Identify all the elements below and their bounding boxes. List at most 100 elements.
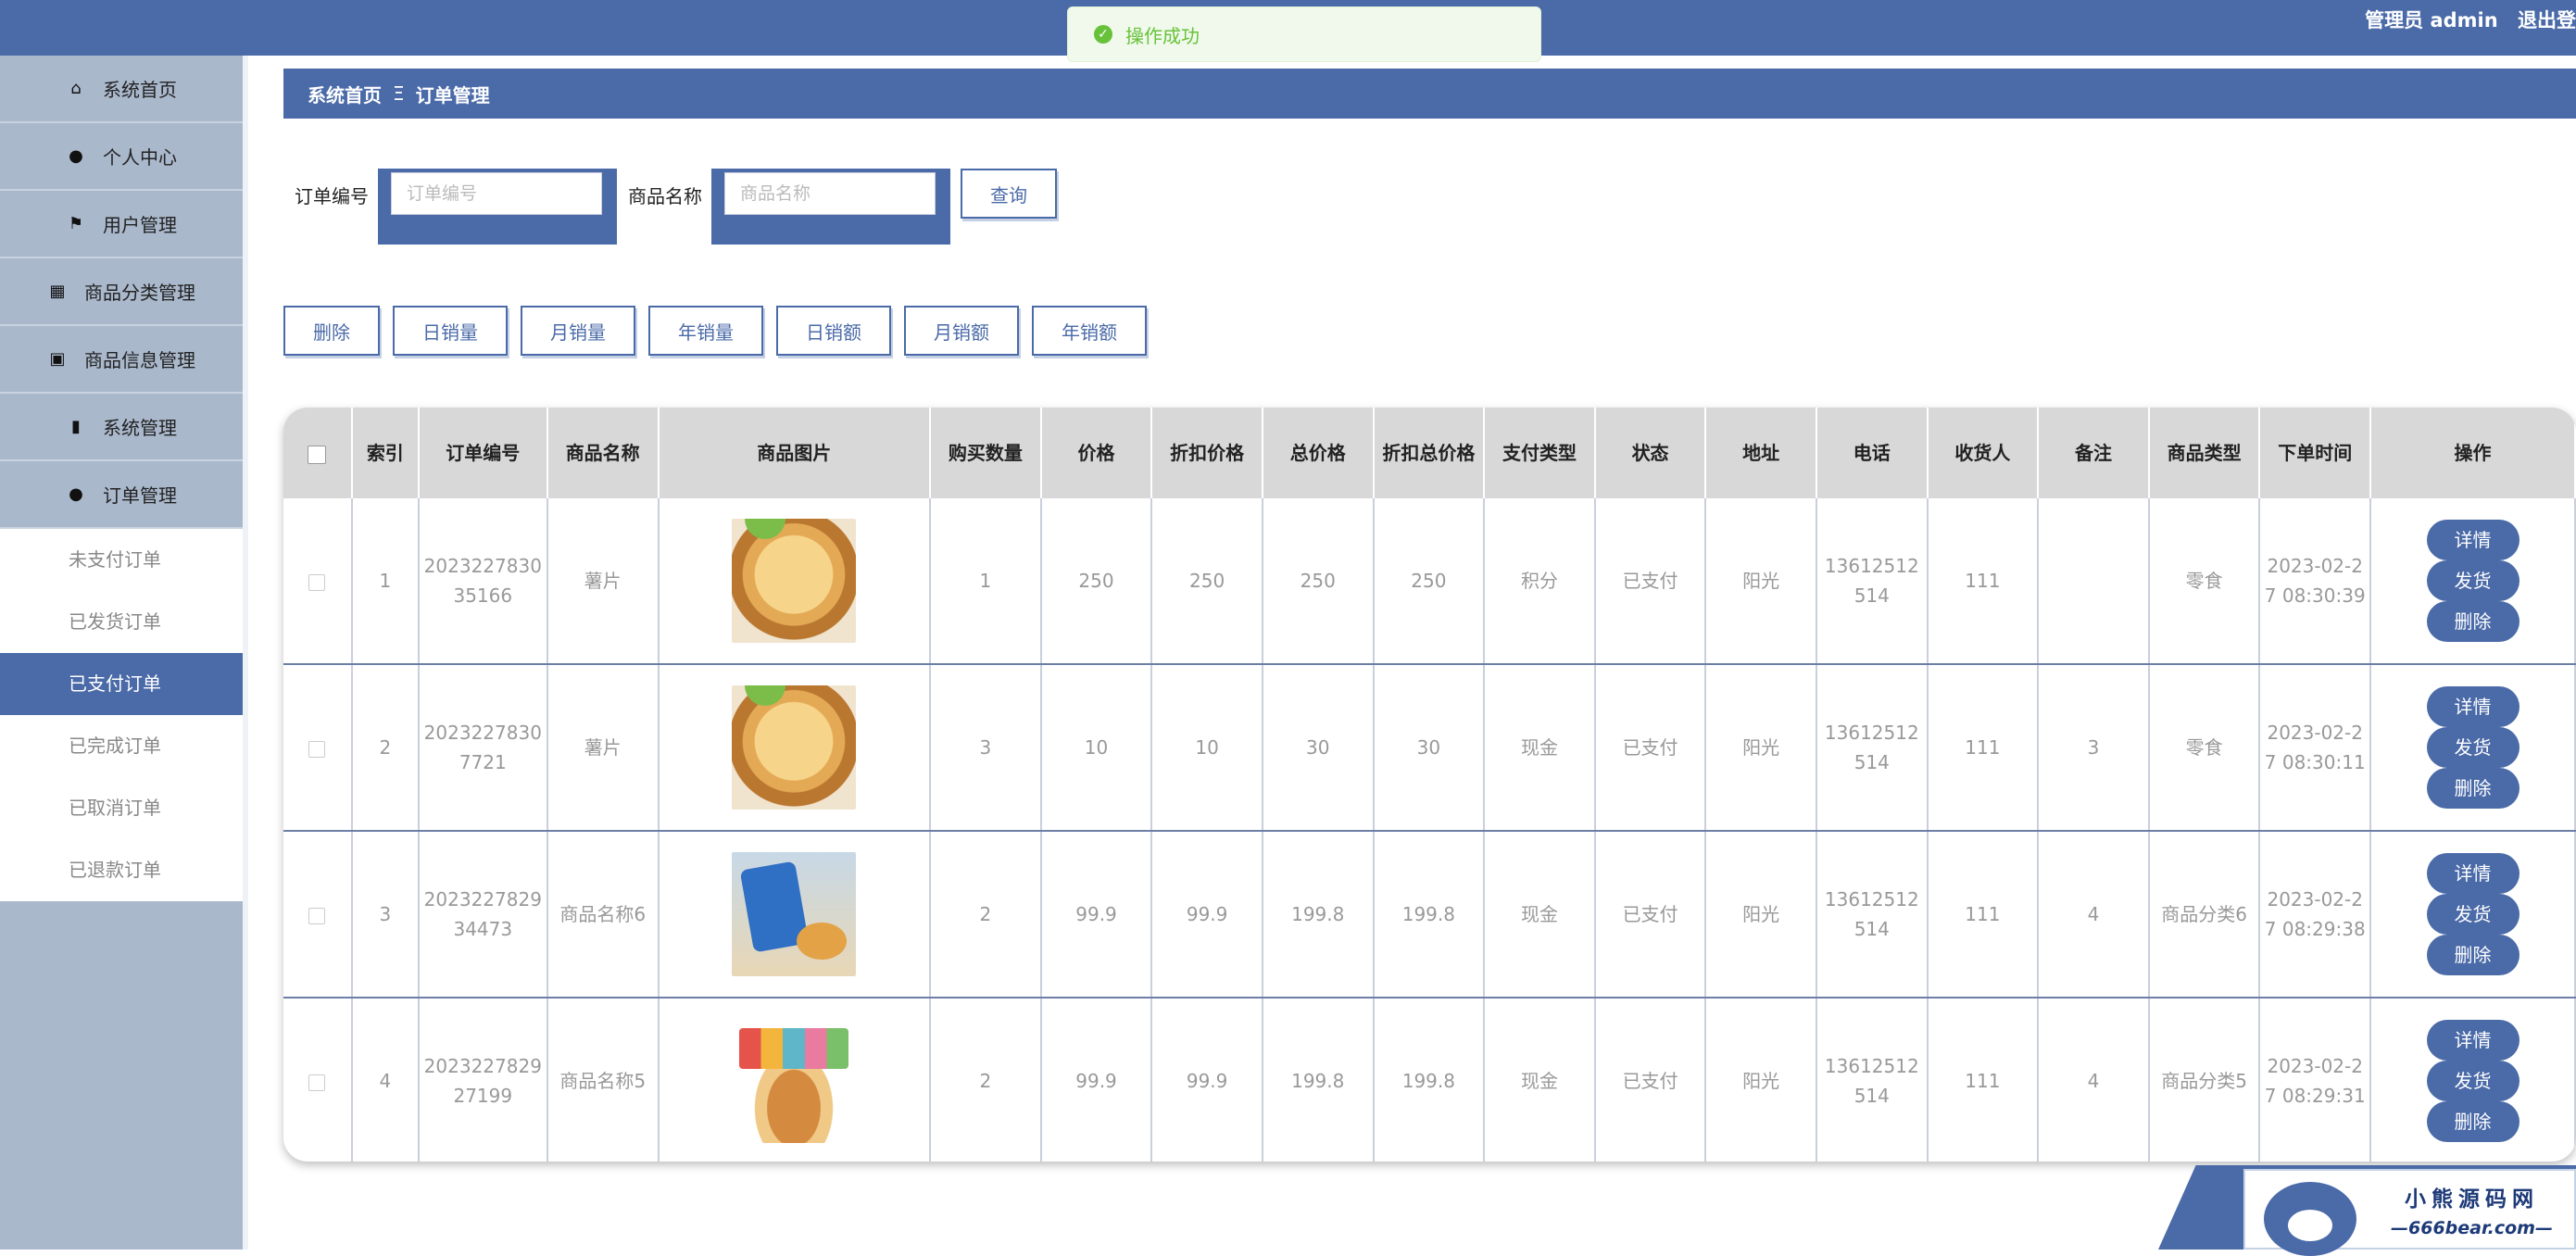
daily-sales-amount-button[interactable]: 日销额 xyxy=(776,306,891,356)
detail-button[interactable]: 详情 xyxy=(2426,1020,2519,1061)
home-icon: ⌂ xyxy=(70,79,82,98)
submenu-refunded-orders[interactable]: 已退款订单 xyxy=(0,839,243,901)
column-header: 商品名称 xyxy=(547,408,660,498)
cell-remark: 3 xyxy=(2038,664,2150,832)
detail-button[interactable]: 详情 xyxy=(2426,853,2519,894)
row-checkbox[interactable] xyxy=(308,907,326,924)
cell-product: 商品名称6 xyxy=(547,831,660,999)
cell-discount-total: 250 xyxy=(1373,498,1486,665)
watermark-url: —666bear.com— xyxy=(2391,1217,2553,1238)
column-header: 购买数量 xyxy=(930,408,1042,498)
orders-submenu: 未支付订单 已发货订单 已支付订单 已完成订单 已取消订单 已退款订单 xyxy=(0,529,243,901)
logout-link[interactable]: 退出登 xyxy=(2518,9,2576,31)
row-select-cell xyxy=(283,498,353,665)
row-select-cell xyxy=(283,831,353,999)
sidebar-item-label: 个人中心 xyxy=(103,146,177,169)
order-no-input[interactable] xyxy=(391,172,602,215)
product-name-input[interactable] xyxy=(724,172,936,215)
yearly-sales-volume-button[interactable]: 年销量 xyxy=(648,306,763,356)
orders-table-card: 索引 订单编号 商品名称 商品图片 购买数量 价格 折扣价格 总价格 折扣总价格… xyxy=(283,408,2576,1162)
cell-qty: 2 xyxy=(930,831,1042,999)
ship-button[interactable]: 发货 xyxy=(2426,560,2519,601)
sidebar-item-home[interactable]: ⌂ 系统首页 xyxy=(0,56,243,123)
sidebar-item-label: 用户管理 xyxy=(103,214,177,236)
sidebar-item-label: 系统首页 xyxy=(103,79,177,101)
sidebar-item-profile[interactable]: ● 个人中心 xyxy=(0,123,243,191)
delete-button[interactable]: 删除 xyxy=(2426,935,2519,975)
toast-message: 操作成功 xyxy=(1125,24,1200,47)
ship-button[interactable]: 发货 xyxy=(2426,1061,2519,1101)
column-header: 支付类型 xyxy=(1484,408,1596,498)
delete-button[interactable]: 删除 xyxy=(2426,1101,2519,1142)
column-header: 商品类型 xyxy=(2148,408,2261,498)
cell-qty: 2 xyxy=(930,998,1042,1162)
cell-discount-price: 250 xyxy=(1151,498,1263,665)
cell-time: 2023-02-27 08:29:38 xyxy=(2259,831,2372,999)
product-name-label: 商品名称 xyxy=(628,185,702,207)
cell-product: 商品名称5 xyxy=(547,998,660,1162)
select-all-checkbox[interactable] xyxy=(308,445,327,464)
table-row: 4 202322782​927199 商品名称5 2 99.9 99.9 199.8 199.… xyxy=(283,998,2576,1162)
cell-order-no: 202322782​934473 xyxy=(418,831,548,999)
cell-pay-type: 现金 xyxy=(1484,664,1596,832)
cell-discount-price: 10 xyxy=(1151,664,1263,832)
submenu-cancelled-orders[interactable]: 已取消订单 xyxy=(0,777,243,839)
delete-button[interactable]: 删除 xyxy=(2426,768,2519,809)
sidebar-item-users[interactable]: ⚑ 用户管理 xyxy=(0,191,243,258)
row-checkbox[interactable] xyxy=(308,740,326,758)
detail-button[interactable]: 详情 xyxy=(2426,686,2519,727)
column-header: 电话 xyxy=(1816,408,1929,498)
cell-address: 阳光 xyxy=(1705,831,1817,999)
submenu-shipped-orders[interactable]: 已发货订单 xyxy=(0,591,243,653)
monthly-sales-volume-button[interactable]: 月销量 xyxy=(521,306,635,356)
row-checkbox[interactable] xyxy=(308,1074,326,1091)
monthly-sales-amount-button[interactable]: 月销额 xyxy=(904,306,1019,356)
watermark-name: 小熊源码网 xyxy=(2405,1187,2539,1212)
cell-receiver: 111 xyxy=(1927,664,2040,832)
cell-address: 阳光 xyxy=(1705,664,1817,832)
breadcrumb-home[interactable]: 系统首页 xyxy=(308,81,382,107)
cell-pay-type: 现金 xyxy=(1484,831,1596,999)
batch-delete-button[interactable]: 删除 xyxy=(283,306,380,356)
cell-qty: 3 xyxy=(930,664,1042,832)
cell-product: 薯片 xyxy=(547,664,660,832)
cell-receiver: 111 xyxy=(1927,831,2040,999)
sidebar-item-products[interactable]: ▣ 商品信息管理 xyxy=(0,326,243,394)
cell-phone: 13612512514 xyxy=(1816,998,1929,1162)
column-header: 订单编号 xyxy=(418,408,548,498)
yearly-sales-amount-button[interactable]: 年销额 xyxy=(1032,306,1147,356)
sidebar-item-orders[interactable]: ● 订单管理 xyxy=(0,461,243,529)
sidebar-item-categories[interactable]: ▦ 商品分类管理 xyxy=(0,258,243,326)
column-header: 状态 xyxy=(1594,408,1707,498)
row-select-cell xyxy=(283,998,353,1162)
cell-time: 2023-02-27 08:30:39 xyxy=(2259,498,2372,665)
watermark-text: 小熊源码网 —666bear.com— xyxy=(2369,1181,2574,1238)
ship-button[interactable]: 发货 xyxy=(2426,894,2519,935)
column-header: 地址 xyxy=(1705,408,1817,498)
table-row: 2 202322783​07721 薯片 3 10 10 30 30 现金 已支付 阳光 136125… xyxy=(283,664,2576,832)
cell-category: 商品分类5 xyxy=(2148,998,2261,1162)
row-checkbox[interactable] xyxy=(308,573,326,591)
table-row: 3 202322782​934473 商品名称6 2 99.9 99.9 199.8 199.… xyxy=(283,831,2576,999)
breadcrumb-separator: Ξ xyxy=(393,82,405,105)
submenu-completed-orders[interactable]: 已完成订单 xyxy=(0,715,243,777)
cell-discount-total: 199.8 xyxy=(1373,998,1486,1162)
cell-status: 已支付 xyxy=(1594,498,1707,665)
cell-category: 商品分类6 xyxy=(2148,831,2261,999)
sidebar-item-system[interactable]: ▮ 系统管理 xyxy=(0,394,243,461)
submenu-paid-orders[interactable]: 已支付订单 xyxy=(0,653,243,715)
cell-total: 199.8 xyxy=(1262,998,1375,1162)
daily-sales-volume-button[interactable]: 日销量 xyxy=(393,306,508,356)
submenu-unpaid-orders[interactable]: 未支付订单 xyxy=(0,529,243,591)
sidebar-item-label: 商品分类管理 xyxy=(84,282,195,304)
detail-button[interactable]: 详情 xyxy=(2426,520,2519,560)
delete-button[interactable]: 删除 xyxy=(2426,601,2519,642)
query-button[interactable]: 查询 xyxy=(961,169,1057,219)
cell-price: 99.9 xyxy=(1040,831,1153,999)
ship-button[interactable]: 发货 xyxy=(2426,727,2519,768)
product-image xyxy=(732,1019,857,1143)
cell-price: 99.9 xyxy=(1040,998,1153,1162)
breadcrumb-current: 订单管理 xyxy=(415,83,490,107)
orders-table: 索引 订单编号 商品名称 商品图片 购买数量 价格 折扣价格 总价格 折扣总价格… xyxy=(283,408,2576,1162)
cell-index: 4 xyxy=(351,998,420,1162)
